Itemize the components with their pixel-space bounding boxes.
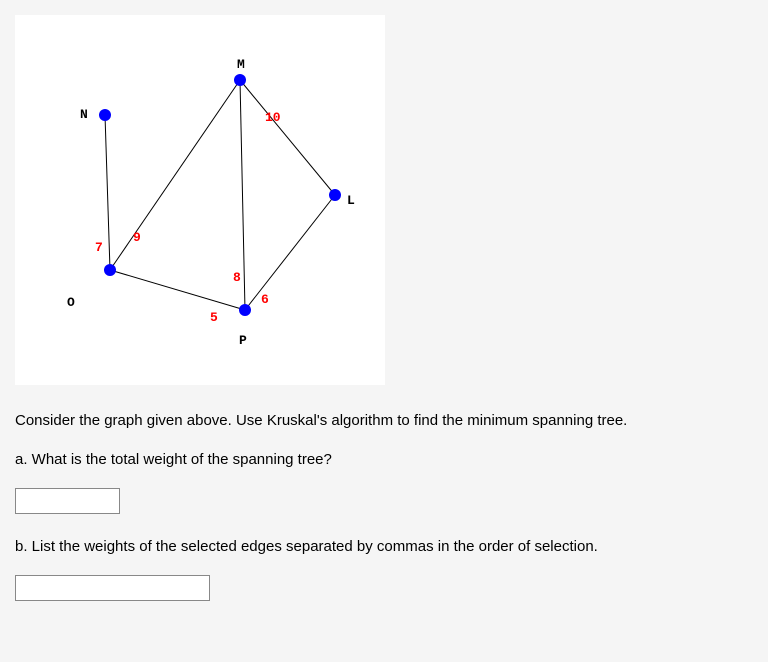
edge-o-p [110,270,245,310]
question-intro: Consider the graph given above. Use Krus… [15,410,753,431]
node-label-o: O [67,295,75,310]
edge-weight-8: 8 [233,270,241,285]
node-p [239,304,251,316]
node-label-m: M [237,57,245,72]
answer-input-b[interactable] [15,575,210,601]
edge-n-o [105,115,110,270]
node-n [99,109,111,121]
node-label-n: N [80,107,88,122]
graph-edges-svg [15,15,385,385]
edge-o-m [110,80,240,270]
node-m [234,74,246,86]
node-o [104,264,116,276]
edge-m-l [240,80,335,195]
edge-weight-5: 5 [210,310,218,325]
node-label-l: L [347,193,355,208]
edge-weight-9: 9 [133,230,141,245]
edge-weight-7: 7 [95,240,103,255]
answer-input-a[interactable] [15,488,120,514]
edge-p-l [245,195,335,310]
edge-weight-6: 6 [261,292,269,307]
edge-weight-10: 10 [265,110,281,125]
question-part-b: b. List the weights of the selected edge… [15,536,753,557]
node-l [329,189,341,201]
question-part-a: a. What is the total weight of the spann… [15,449,753,470]
node-label-p: P [239,333,247,348]
graph-figure: N M L O P 10 9 7 8 6 5 [15,15,385,385]
